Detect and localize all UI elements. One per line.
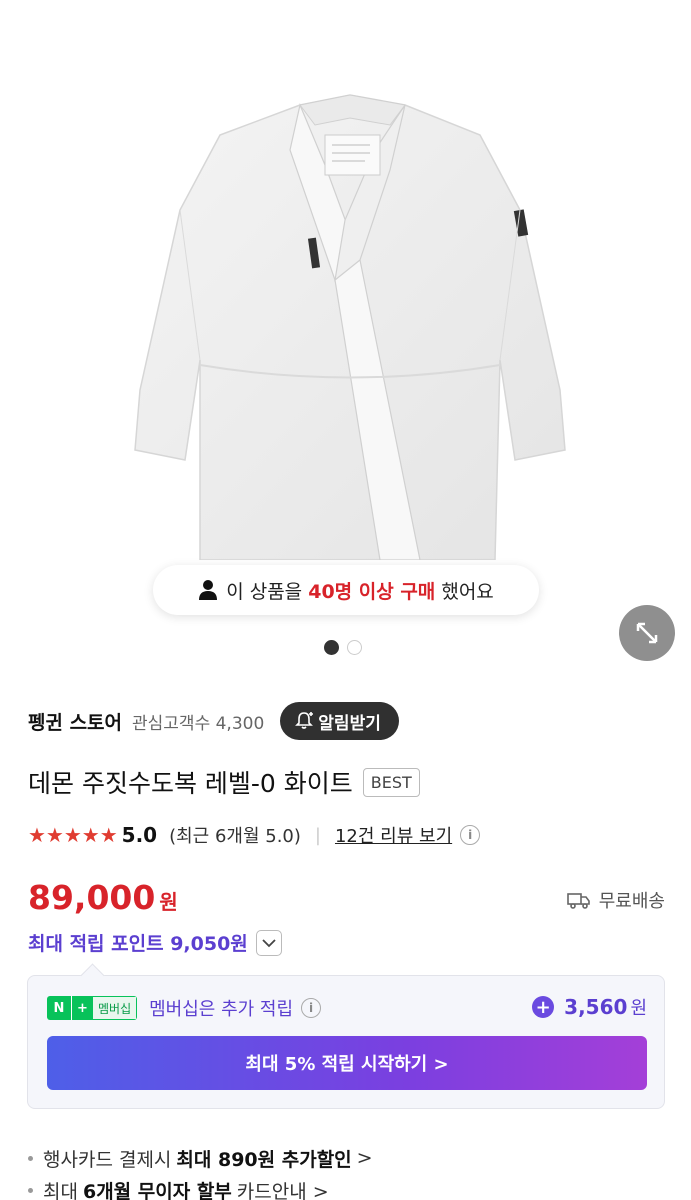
benefit-pre: 행사카드 결제시: [43, 1148, 172, 1171]
product-image-area[interactable]: 이 상품을 40명 이상 구매 했어요: [0, 0, 691, 680]
info-icon[interactable]: i: [460, 825, 481, 845]
rating-separator: |: [314, 824, 321, 846]
benefit-post: >: [356, 1147, 373, 1169]
price-amount: 89,000: [28, 878, 156, 917]
benefit-pre: 최대: [43, 1180, 78, 1200]
alarm-label: 알림받기: [318, 713, 381, 734]
price-unit: 원: [159, 890, 178, 914]
person-icon: [199, 580, 218, 600]
benefit-card-discount[interactable]: 행사카드 결제시 최대 890원 추가할인 >: [28, 1142, 373, 1174]
shipping-label: 무료배송: [598, 891, 665, 912]
carousel-dot-1[interactable]: [324, 640, 339, 655]
expand-image-button[interactable]: [619, 605, 675, 661]
chevron-down-icon: [262, 938, 276, 947]
membership-box: N + 멤버십 멤버십은 추가 적립 i + 3,560 원 최대 5% 적립 …: [27, 975, 665, 1109]
benefit-post: 카드안내 >: [236, 1180, 329, 1200]
membership-points: + 3,560 원: [532, 994, 647, 1020]
purchase-prefix: 이 상품을: [226, 580, 303, 603]
bullet-dot: [28, 1155, 33, 1161]
rating-row: ★★★★★ 5.0 (최근 6개월 5.0) | 12건 리뷰 보기 i: [28, 822, 481, 848]
membership-badge-text: 멤버십: [93, 996, 138, 1020]
price-row: 89,000 원: [28, 878, 178, 917]
rating-recent: (최근 6개월 5.0): [169, 826, 301, 847]
benefit-bold: 6개월 무이자 할부: [82, 1180, 232, 1200]
membership-info-icon[interactable]: i: [301, 998, 322, 1018]
points-label: 최대 적립 포인트 9,050원: [28, 933, 248, 955]
expand-icon: [636, 622, 658, 644]
bell-plus-icon: [295, 712, 314, 729]
purchase-count-pill: 이 상품을 40명 이상 구매 했어요: [153, 565, 539, 615]
purchase-suffix: 했어요: [441, 580, 494, 603]
best-badge: BEST: [362, 767, 420, 797]
points-toggle[interactable]: [255, 929, 282, 956]
alarm-button[interactable]: 알림받기: [280, 702, 399, 740]
membership-row: N + 멤버십 멤버십은 추가 적립 i + 3,560 원: [47, 994, 647, 1022]
benefit-bold: 최대 890원 추가할인: [176, 1148, 352, 1171]
bullet-dot: [28, 1187, 33, 1193]
product-title: 데몬 주짓수도복 레벨-0 화이트: [28, 769, 353, 798]
store-name[interactable]: 펭귄 스토어: [28, 708, 122, 735]
store-row: 펭귄 스토어 관심고객수 4,300 알림받기: [28, 702, 668, 740]
carousel-dots: [324, 640, 362, 655]
carousel-dot-2[interactable]: [347, 640, 362, 655]
membership-unit: 원: [630, 998, 647, 1019]
naver-plus-badge: N + 멤버십: [47, 996, 138, 1020]
store-fans: 관심고객수 4,300: [132, 713, 265, 734]
points-row[interactable]: 최대 적립 포인트 9,050원: [28, 929, 282, 956]
jiu-jitsu-gi-image: [134, 94, 566, 560]
naver-plus-logo: +: [71, 996, 93, 1020]
rating-score: 5.0: [121, 823, 158, 847]
membership-text: 멤버십은 추가 적립: [149, 999, 294, 1020]
naver-n-logo: N: [47, 996, 71, 1020]
review-link[interactable]: 12건 리뷰 보기: [335, 822, 452, 848]
benefit-installment[interactable]: 최대 6개월 무이자 할부 카드안내 >: [28, 1174, 373, 1200]
membership-start-button[interactable]: 최대 5% 적립 시작하기 >: [47, 1036, 647, 1090]
truck-icon: [566, 893, 590, 909]
title-row: 데몬 주짓수도복 레벨-0 화이트 BEST: [28, 764, 420, 800]
rating-stars: ★★★★★: [28, 823, 118, 847]
plus-circle-icon: +: [532, 996, 555, 1018]
purchase-highlight: 40명 이상 구매: [308, 580, 436, 603]
shipping-info: 무료배송: [566, 887, 665, 913]
benefit-list: 행사카드 결제시 최대 890원 추가할인 > 최대 6개월 무이자 할부 카드…: [28, 1142, 373, 1200]
membership-amount: 3,560: [564, 995, 628, 1019]
